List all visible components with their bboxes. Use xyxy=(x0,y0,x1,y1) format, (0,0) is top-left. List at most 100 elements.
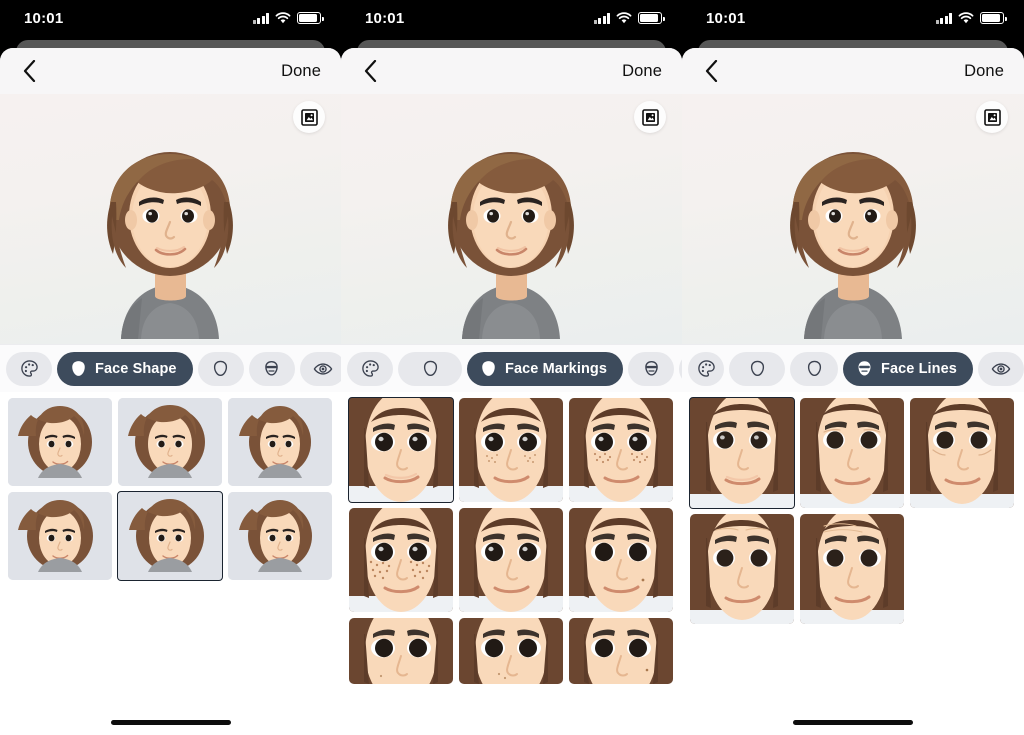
home-indicator xyxy=(793,720,913,725)
battery-icon xyxy=(297,12,324,24)
grid-item[interactable] xyxy=(118,398,222,486)
done-button[interactable]: Done xyxy=(281,62,321,81)
screenshot-root: 10:01 Done Face Shape 10:01 Done Face Ma… xyxy=(0,0,1024,735)
grid-item[interactable] xyxy=(349,508,453,612)
wifi-icon xyxy=(616,12,632,24)
tab-face-markings[interactable]: Face Markings xyxy=(467,351,624,386)
grid-item-selected[interactable] xyxy=(117,491,223,581)
nav-bar: Done xyxy=(341,48,682,94)
palette-icon xyxy=(19,359,39,379)
face-markings-icon xyxy=(804,359,824,379)
back-button[interactable] xyxy=(16,58,42,84)
grid-item[interactable] xyxy=(349,618,453,684)
tab-label: Face Markings xyxy=(505,360,608,377)
face-shape-icon xyxy=(68,359,88,379)
avatar-preview xyxy=(746,124,961,339)
status-bar-clock: 10:01 xyxy=(24,9,64,27)
face-lines-grid[interactable] xyxy=(682,392,1024,735)
face-shape-icon xyxy=(747,359,767,379)
face-markings-grid[interactable] xyxy=(341,392,682,735)
status-bar-indicators xyxy=(252,12,324,24)
grid-item[interactable] xyxy=(800,398,904,508)
face-lines-icon xyxy=(262,359,282,379)
avatar-preview-area xyxy=(682,94,1024,344)
phone-screen-face-lines: 10:01 Done Face Lines xyxy=(682,0,1024,735)
palette-icon xyxy=(360,359,380,379)
cellular-signal-icon xyxy=(935,12,952,24)
wifi-icon xyxy=(958,12,974,24)
tab-face-lines[interactable]: Face Lines xyxy=(843,351,973,386)
battery-icon xyxy=(980,12,1007,24)
editor-sheet: Done xyxy=(682,48,1024,735)
tab-skin-tone[interactable] xyxy=(688,351,724,386)
editor-sheet: Done xyxy=(0,48,341,735)
avatar-wrapper xyxy=(682,124,1024,344)
grid-item[interactable] xyxy=(569,618,673,684)
grid-item[interactable] xyxy=(228,492,332,580)
status-bar-indicators xyxy=(935,12,1007,24)
grid-item[interactable] xyxy=(690,514,794,624)
tab-face-shape[interactable]: Face Shape xyxy=(57,351,193,386)
home-indicator xyxy=(110,720,231,725)
palette-icon xyxy=(696,359,716,379)
category-tab-bar: Face Markings xyxy=(341,344,682,392)
tab-face-lines[interactable] xyxy=(628,351,675,386)
back-button[interactable] xyxy=(357,58,383,84)
status-bar: 10:01 xyxy=(0,0,341,36)
tab-face-lines[interactable] xyxy=(248,351,295,386)
grid-item-selected[interactable] xyxy=(348,397,454,503)
avatar-wrapper xyxy=(341,124,682,344)
status-bar-clock: 10:01 xyxy=(365,9,405,27)
category-tab-bar: Face Lines xyxy=(682,344,1024,392)
wifi-icon xyxy=(275,12,291,24)
grid-item[interactable] xyxy=(910,398,1014,508)
grid-item[interactable] xyxy=(228,398,332,486)
grid-item[interactable] xyxy=(459,398,563,502)
eye-icon xyxy=(991,359,1011,379)
nav-bar: Done xyxy=(682,48,1024,94)
avatar-preview xyxy=(404,124,619,339)
tab-skin-tone[interactable] xyxy=(6,351,52,386)
category-tab-bar: Face Shape xyxy=(0,344,341,392)
cellular-signal-icon xyxy=(252,12,269,24)
tab-eyes[interactable] xyxy=(977,351,1024,386)
status-bar-clock: 10:01 xyxy=(706,9,746,27)
back-button[interactable] xyxy=(698,58,724,84)
tab-skin-tone[interactable] xyxy=(347,351,393,386)
status-bar-indicators xyxy=(593,12,665,24)
tab-eyes[interactable] xyxy=(299,351,341,386)
status-bar: 10:01 xyxy=(341,0,682,36)
eye-icon xyxy=(313,359,333,379)
grid-item[interactable] xyxy=(8,398,112,486)
grid-item[interactable] xyxy=(459,508,563,612)
tab-face-markings[interactable] xyxy=(790,351,838,386)
done-button[interactable]: Done xyxy=(964,62,1004,81)
grid-item[interactable] xyxy=(569,508,673,612)
status-bar: 10:01 xyxy=(682,0,1024,36)
grid-item[interactable] xyxy=(8,492,112,580)
nav-bar: Done xyxy=(0,48,341,94)
tab-face-shape[interactable] xyxy=(398,351,462,386)
grid-item[interactable] xyxy=(800,514,904,624)
grid-item-selected[interactable] xyxy=(689,397,795,509)
face-markings-icon xyxy=(211,359,231,379)
tab-face-shape[interactable] xyxy=(729,351,785,386)
grid-item[interactable] xyxy=(459,618,563,684)
editor-sheet: Done xyxy=(341,48,682,735)
face-markings-icon xyxy=(478,359,498,379)
tab-label: Face Shape xyxy=(95,360,177,377)
avatar-preview xyxy=(63,124,278,339)
grid-bottom-fade xyxy=(0,701,341,735)
phone-screen-face-shape: 10:01 Done Face Shape xyxy=(0,0,341,735)
done-button[interactable]: Done xyxy=(622,62,662,81)
tab-face-markings[interactable] xyxy=(197,351,244,386)
face-shape-grid[interactable] xyxy=(0,392,341,735)
phone-screen-face-markings: 10:01 Done Face Markings xyxy=(341,0,682,735)
tab-label: Face Lines xyxy=(881,360,957,377)
face-shape-icon xyxy=(420,359,440,379)
avatar-preview-area xyxy=(341,94,682,344)
grid-item[interactable] xyxy=(569,398,673,502)
face-lines-icon xyxy=(854,359,874,379)
cellular-signal-icon xyxy=(593,12,610,24)
avatar-wrapper xyxy=(0,124,341,344)
